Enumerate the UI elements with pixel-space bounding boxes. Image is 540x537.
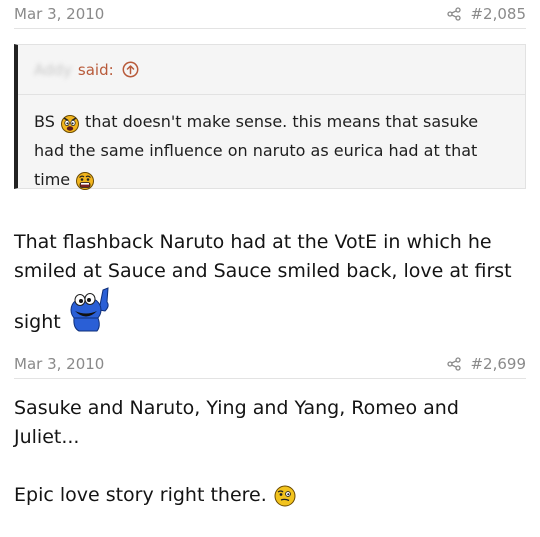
share-icon[interactable]	[447, 357, 462, 371]
quote-author[interactable]: Addy	[34, 61, 72, 79]
message-text-end: sight	[14, 311, 61, 333]
share-icon[interactable]	[447, 7, 462, 21]
cookie-monster-emoji-icon	[70, 287, 109, 332]
post-number-link[interactable]: #2,699	[470, 355, 526, 373]
quote-attribution: Addy said:	[18, 45, 525, 95]
message-line-2: Epic love story right there.	[14, 484, 267, 506]
quote-block: Addy said: BS that doesn't make sense. t…	[14, 44, 526, 190]
post-meta-right: #2,085	[447, 5, 526, 23]
quote-content: BS that doesn't make sense. this means t…	[18, 95, 525, 206]
message-line-2-container: Epic love story right there.	[14, 481, 526, 510]
post-header: Mar 3, 2010 #2,085	[14, 0, 526, 29]
post-header-2: Mar 3, 2010 #2,699	[14, 350, 526, 379]
thinking-emoji-icon	[274, 485, 296, 506]
quote-jump-icon[interactable]	[122, 61, 139, 78]
post-message: That flashback Naruto had at the VotE in…	[14, 228, 526, 337]
scared-emoji-icon	[76, 171, 95, 190]
message-text: That flashback Naruto had at the VotE in…	[14, 231, 512, 282]
quote-text-start: BS	[34, 112, 55, 131]
post-message-2: Sasuke and Naruto, Ying and Yang, Romeo …	[14, 394, 526, 510]
post-date[interactable]: Mar 3, 2010	[14, 355, 104, 373]
quote-text-main: that doesn't make sense. this means that…	[34, 112, 479, 160]
post-date[interactable]: Mar 3, 2010	[14, 5, 104, 23]
post-meta-right: #2,699	[447, 355, 526, 373]
quote-text-end: time	[34, 170, 71, 189]
post-number-link[interactable]: #2,085	[470, 5, 526, 23]
angry-emoji-icon	[60, 114, 79, 133]
message-line-1: Sasuke and Naruto, Ying and Yang, Romeo …	[14, 397, 459, 448]
quote-said-label: said:	[77, 60, 114, 79]
